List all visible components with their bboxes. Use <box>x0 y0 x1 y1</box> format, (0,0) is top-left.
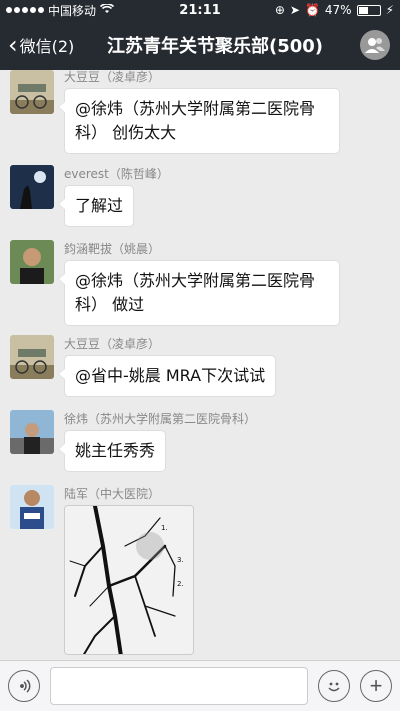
message-text: @徐炜（苏州大学附属第二医院骨 <box>75 271 316 290</box>
sender-name: 大豆豆（凌卓彦） <box>64 70 161 84</box>
avatar[interactable] <box>10 70 54 114</box>
sender-name: 陆军（中大医院） <box>64 487 161 501</box>
message-bubble[interactable]: @徐炜（苏州大学附属第二医院骨 科） 创伤太大 <box>58 88 340 154</box>
signal-icon <box>6 7 44 13</box>
group-info-button[interactable] <box>350 25 400 65</box>
message-text: 姚主任秀秀 <box>75 441 156 460</box>
charging-icon: ⚡ <box>385 3 394 17</box>
battery-icon <box>356 4 381 16</box>
avatar[interactable] <box>10 485 54 529</box>
lock-rotation-icon: ⊕ <box>274 3 285 17</box>
nav-bar: ‹ 微信(2) 江苏青年关节聚乐部(500) <box>0 20 400 70</box>
sender-name: 鈞涵靶拔（姚晨） <box>64 242 161 256</box>
input-bar: + <box>0 660 400 711</box>
message-bubble[interactable]: 姚主任秀秀 <box>57 430 167 472</box>
page-title: 江苏青年关节聚乐部(500) <box>106 36 324 57</box>
avatar[interactable] <box>10 240 54 284</box>
message-bubble[interactable]: @徐炜（苏州大学附属第二医院骨 科） 做过 <box>58 260 340 326</box>
status-bar: 中国移动 21:11 ⊕ ➤ ⏰ 47% ⚡ <box>0 0 400 20</box>
message-text: @徐炜（苏州大学附属第二医院骨 <box>75 99 316 118</box>
alarm-icon: ⏰ <box>304 3 320 17</box>
emoji-icon <box>328 682 340 692</box>
message-bubble[interactable]: @省中-姚晨 MRA下次试试 <box>57 355 277 397</box>
sender-name: 大豆豆（凌卓彦） <box>64 337 161 351</box>
battery-percent: 47% <box>324 3 352 17</box>
carrier-label: 中国移动 <box>48 3 97 18</box>
voice-button[interactable] <box>8 670 40 702</box>
clock: 21:11 <box>179 2 221 18</box>
message-text: 科） 做过 <box>75 295 145 314</box>
message-bubble[interactable]: 了解过 <box>57 185 135 227</box>
message-text: 了解过 <box>75 196 124 215</box>
image-message[interactable]: 1. 3. 2. <box>64 505 194 655</box>
message-text: 科） 创伤太大 <box>75 123 177 142</box>
back-label: 微信(2) <box>19 37 75 56</box>
angiogram-image: 1. 3. 2. <box>65 506 193 654</box>
sender-name: everest（陈哲峰） <box>64 167 169 181</box>
voice-icon <box>20 679 31 693</box>
group-members-icon <box>360 30 390 60</box>
image-label: 1. <box>161 524 168 532</box>
chat-area[interactable]: 大豆豆（凌卓彦） @徐炜（苏州大学附属第二医院骨 科） 创伤太大 everest… <box>0 70 400 660</box>
avatar[interactable] <box>10 410 54 454</box>
sender-name: 徐炜（苏州大学附属第二医院骨科） <box>64 412 257 426</box>
message-text: @省中-姚晨 MRA下次试试 <box>75 366 266 385</box>
message-input[interactable] <box>50 667 308 705</box>
plus-icon: + <box>369 673 383 698</box>
more-button[interactable]: + <box>360 670 392 702</box>
chevron-left-icon: ‹ <box>8 31 18 59</box>
wifi-icon <box>99 3 115 17</box>
emoji-button[interactable] <box>318 670 350 702</box>
avatar[interactable] <box>10 335 54 379</box>
location-icon: ➤ <box>289 3 300 17</box>
image-label: 3. <box>177 556 184 564</box>
avatar[interactable] <box>10 165 54 209</box>
image-label: 2. <box>177 580 184 588</box>
